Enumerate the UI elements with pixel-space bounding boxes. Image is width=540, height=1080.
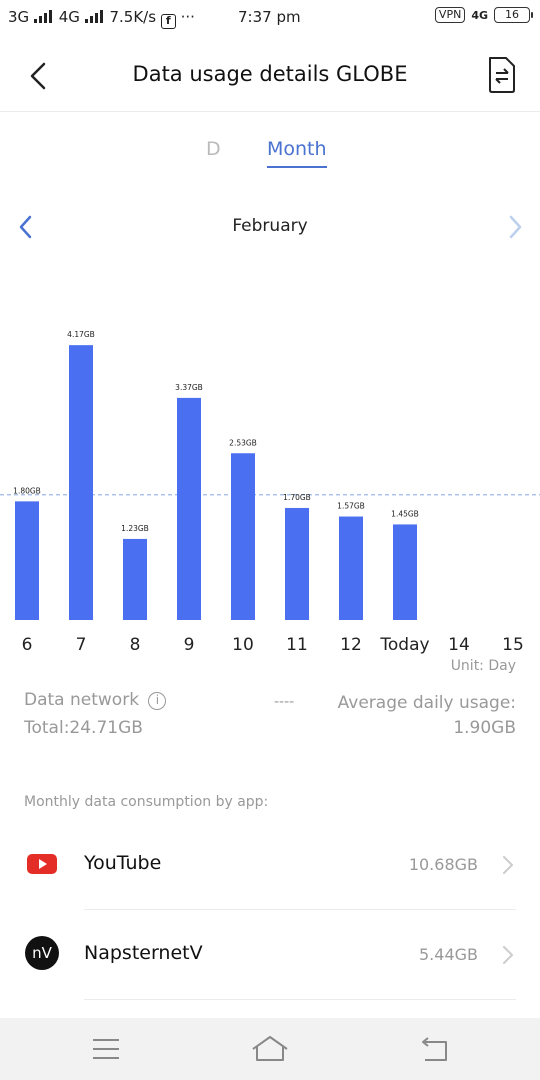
data-network-label: Data network i — [24, 690, 167, 710]
clock: 7:37 pm — [238, 8, 301, 26]
bar-day-today[interactable] — [393, 524, 417, 620]
bar-value-label: 1.70GB — [283, 493, 311, 502]
tab-day[interactable]: D — [206, 138, 221, 160]
x-tick-label: 11 — [286, 635, 308, 655]
system-nav-bar — [0, 1018, 540, 1080]
bar-value-label: 2.53GB — [229, 438, 257, 447]
x-tick-label: 10 — [232, 635, 254, 655]
x-tick-label: 6 — [22, 635, 33, 655]
unit-label: Unit: Day — [450, 658, 516, 674]
bar-day-11[interactable] — [285, 507, 309, 620]
bar-value-label: 3.37GB — [175, 383, 203, 392]
bar-day-7[interactable] — [69, 345, 93, 620]
app-row-napsternetv[interactable]: nV NapsternetV 5.44GB — [0, 910, 540, 1000]
vpn-icon: VPN — [434, 7, 466, 23]
average-daily-label: Average daily usage: — [337, 693, 516, 713]
network-3g-label: 3G — [8, 8, 30, 26]
status-left: 3G 4G 7.5K/s f ··· — [8, 8, 195, 29]
x-tick-label: 15 — [502, 635, 524, 655]
bar-value-label: 1.45GB — [391, 509, 419, 518]
app-name: YouTube — [84, 852, 162, 874]
network-speed: 7.5K/s — [109, 8, 157, 26]
x-tick-label: 7 — [76, 635, 87, 655]
header: Data usage details GLOBE — [0, 40, 540, 112]
section-title: Monthly data consumption by app: — [24, 794, 269, 810]
bar-value-label: 1.23GB — [121, 524, 149, 533]
back-icon[interactable] — [412, 1032, 456, 1066]
data-network-text: Data network — [24, 690, 140, 710]
app-name: NapsternetV — [84, 942, 203, 964]
bar-value-label: 1.57GB — [337, 502, 365, 511]
more-notifications-icon: ··· — [180, 8, 195, 26]
total-usage: Total:24.71GB — [24, 718, 143, 738]
status-bar: 3G 4G 7.5K/s f ··· 7:37 pm VPN 4G 16 — [0, 0, 540, 36]
bar-day-6[interactable] — [15, 501, 39, 620]
signal-icon — [33, 10, 52, 23]
home-icon[interactable] — [248, 1032, 292, 1066]
x-tick-label: 14 — [448, 635, 470, 655]
x-tick-label: 8 — [130, 635, 141, 655]
bar-value-label: 4.17GB — [67, 330, 95, 339]
network-type-icon: 4G — [471, 8, 488, 22]
app-usage: 10.68GB — [408, 855, 478, 874]
app-usage: 5.44GB — [419, 945, 478, 964]
info-icon[interactable]: i — [148, 692, 167, 710]
chevron-right-icon — [503, 856, 513, 874]
network-4g-label: 4G — [58, 8, 80, 26]
signal-icon — [84, 10, 103, 23]
napsternetv-icon: nV — [25, 936, 59, 970]
chart-svg: 1.80GB 6 4.17GB 7 1.23GB 8 3.37GB 9 2.53GB 10 1.70… — [0, 330, 540, 655]
page-title: Data usage details GLOBE — [132, 62, 408, 86]
bar-day-8[interactable] — [123, 538, 147, 620]
battery-level: 16 — [505, 8, 519, 21]
bar-day-10[interactable] — [231, 453, 255, 620]
bar-day-9[interactable] — [177, 397, 201, 620]
battery-icon: 16 — [494, 7, 533, 23]
sim-switch-icon[interactable] — [486, 56, 518, 94]
daily-usage-chart: 1.80GB 6 4.17GB 7 1.23GB 8 3.37GB 9 2.53GB 10 1.70… — [0, 300, 540, 680]
napsternetv-icon-text: nV — [32, 944, 53, 962]
app-row-youtube[interactable]: YouTube 10.68GB — [0, 820, 540, 910]
x-tick-label: Today — [379, 635, 429, 655]
facebook-icon: f — [160, 14, 176, 29]
month-label: February — [232, 216, 308, 236]
menu-icon[interactable] — [84, 1032, 128, 1066]
row-divider — [84, 999, 516, 1000]
average-daily-value: 1.90GB — [453, 718, 516, 738]
bar-value-label: 1.80GB — [13, 486, 41, 495]
status-right: VPN 4G 16 — [434, 7, 533, 23]
separator-dashes: ---- — [274, 694, 295, 710]
chevron-right-icon — [503, 946, 513, 964]
tab-month[interactable]: Month — [267, 138, 327, 168]
next-month-icon[interactable] — [503, 213, 527, 241]
youtube-icon — [27, 854, 57, 874]
x-tick-label: 12 — [340, 635, 362, 655]
x-tick-label: 9 — [184, 635, 195, 655]
bar-day-12[interactable] — [339, 516, 363, 620]
